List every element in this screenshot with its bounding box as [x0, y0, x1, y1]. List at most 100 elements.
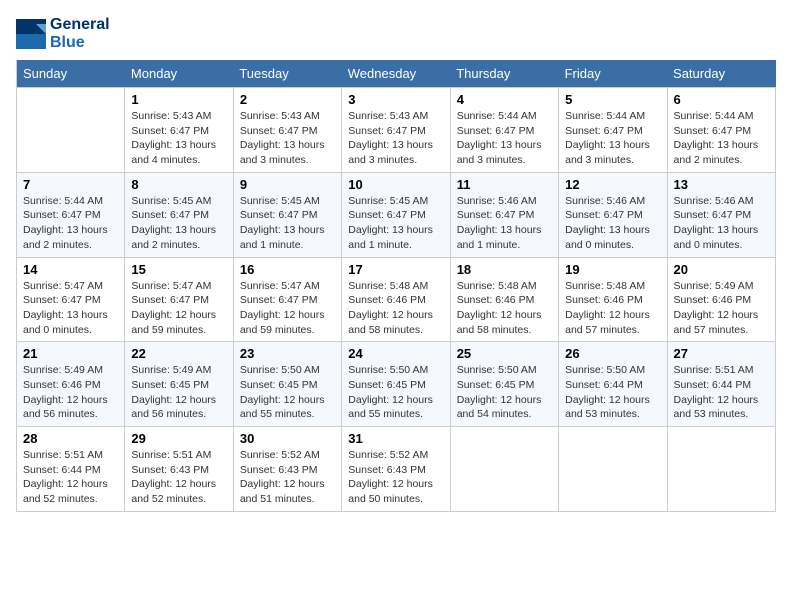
- day-cell: 20 Sunrise: 5:49 AMSunset: 6:46 PMDayligh…: [667, 257, 775, 342]
- day-cell: 28 Sunrise: 5:51 AMSunset: 6:44 PMDayligh…: [17, 427, 125, 512]
- day-cell: 6 Sunrise: 5:44 AMSunset: 6:47 PMDaylight…: [667, 88, 775, 173]
- day-cell: 29 Sunrise: 5:51 AMSunset: 6:43 PMDayligh…: [125, 427, 233, 512]
- day-cell: 9 Sunrise: 5:45 AMSunset: 6:47 PMDaylight…: [233, 172, 341, 257]
- day-cell: 25Sunrise: 5:50 AMSunset: 6:45 PMDayligh…: [450, 342, 558, 427]
- day-cell: 18Sunrise: 5:48 AMSunset: 6:46 PMDayligh…: [450, 257, 558, 342]
- day-info: Sunrise: 5:45 AMSunset: 6:47 PMDaylight:…: [348, 194, 443, 253]
- col-header-wednesday: Wednesday: [342, 60, 450, 88]
- logo-icon: [16, 19, 46, 49]
- day-cell: 12 Sunrise: 5:46 AMSunset: 6:47 PMDayligh…: [559, 172, 667, 257]
- day-cell: 5 Sunrise: 5:44 AMSunset: 6:47 PMDaylight…: [559, 88, 667, 173]
- calendar-table: SundayMondayTuesdayWednesdayThursdayFrid…: [16, 60, 776, 512]
- day-info: Sunrise: 5:45 AMSunset: 6:47 PMDaylight:…: [240, 194, 335, 253]
- day-info: Sunrise: 5:44 AMSunset: 6:47 PMDaylight:…: [565, 109, 660, 168]
- day-cell: 13 Sunrise: 5:46 AMSunset: 6:47 PMDayligh…: [667, 172, 775, 257]
- logo: General Blue: [16, 16, 110, 52]
- day-cell: 23Sunrise: 5:50 AMSunset: 6:45 PMDayligh…: [233, 342, 341, 427]
- day-cell: 7 Sunrise: 5:44 AMSunset: 6:47 PMDaylight…: [17, 172, 125, 257]
- day-number: 2: [240, 92, 335, 107]
- day-info: Sunrise: 5:48 AMSunset: 6:46 PMDaylight:…: [457, 279, 552, 338]
- day-number: 10: [348, 177, 443, 192]
- day-info: Sunrise: 5:48 AMSunset: 6:46 PMDaylight:…: [565, 279, 660, 338]
- day-cell: 3Sunrise: 5:43 AMSunset: 6:47 PMDaylight…: [342, 88, 450, 173]
- day-number: 31: [348, 431, 443, 446]
- col-header-thursday: Thursday: [450, 60, 558, 88]
- day-cell: 21 Sunrise: 5:49 AMSunset: 6:46 PMDayligh…: [17, 342, 125, 427]
- day-info: Sunrise: 5:51 AMSunset: 6:44 PMDaylight:…: [23, 448, 118, 507]
- day-cell: 15 Sunrise: 5:47 AMSunset: 6:47 PMDayligh…: [125, 257, 233, 342]
- week-row-1: 1 Sunrise: 5:43 AMSunset: 6:47 PMDaylight…: [17, 88, 776, 173]
- day-cell: 8Sunrise: 5:45 AMSunset: 6:47 PMDaylight…: [125, 172, 233, 257]
- week-row-4: 21 Sunrise: 5:49 AMSunset: 6:46 PMDayligh…: [17, 342, 776, 427]
- day-number: 16: [240, 262, 335, 277]
- day-number: 8: [131, 177, 226, 192]
- day-cell: [17, 88, 125, 173]
- day-number: 15: [131, 262, 226, 277]
- day-cell: 10 Sunrise: 5:45 AMSunset: 6:47 PMDayligh…: [342, 172, 450, 257]
- day-info: Sunrise: 5:49 AMSunset: 6:45 PMDaylight:…: [131, 363, 226, 422]
- day-number: 26: [565, 346, 660, 361]
- calendar-header-row: SundayMondayTuesdayWednesdayThursdayFrid…: [17, 60, 776, 88]
- day-number: 23: [240, 346, 335, 361]
- day-number: 28: [23, 431, 118, 446]
- day-cell: 19 Sunrise: 5:48 AMSunset: 6:46 PMDayligh…: [559, 257, 667, 342]
- day-info: Sunrise: 5:51 AMSunset: 6:44 PMDaylight:…: [674, 363, 769, 422]
- day-info: Sunrise: 5:44 AMSunset: 6:47 PMDaylight:…: [23, 194, 118, 253]
- day-info: Sunrise: 5:46 AMSunset: 6:47 PMDaylight:…: [457, 194, 552, 253]
- day-cell: 22 Sunrise: 5:49 AMSunset: 6:45 PMDayligh…: [125, 342, 233, 427]
- day-number: 20: [674, 262, 769, 277]
- col-header-friday: Friday: [559, 60, 667, 88]
- day-number: 4: [457, 92, 552, 107]
- day-number: 1: [131, 92, 226, 107]
- day-info: Sunrise: 5:48 AMSunset: 6:46 PMDaylight:…: [348, 279, 443, 338]
- day-info: Sunrise: 5:52 AMSunset: 6:43 PMDaylight:…: [348, 448, 443, 507]
- day-number: 6: [674, 92, 769, 107]
- day-cell: 17 Sunrise: 5:48 AMSunset: 6:46 PMDayligh…: [342, 257, 450, 342]
- day-cell: 1Sunrise: 5:43 AMSunset: 6:47 PMDaylight…: [125, 88, 233, 173]
- day-cell: [450, 427, 558, 512]
- day-info: Sunrise: 5:43 AMSunset: 6:47 PMDaylight:…: [348, 109, 443, 168]
- day-cell: 31 Sunrise: 5:52 AMSunset: 6:43 PMDayligh…: [342, 427, 450, 512]
- day-cell: [667, 427, 775, 512]
- day-number: 7: [23, 177, 118, 192]
- col-header-sunday: Sunday: [17, 60, 125, 88]
- day-info: Sunrise: 5:44 AMSunset: 6:47 PMDaylight:…: [674, 109, 769, 168]
- day-cell: 11 Sunrise: 5:46 AMSunset: 6:47 PMDayligh…: [450, 172, 558, 257]
- day-number: 17: [348, 262, 443, 277]
- page-header: General Blue: [16, 16, 776, 52]
- day-number: 19: [565, 262, 660, 277]
- day-info: Sunrise: 5:46 AMSunset: 6:47 PMDaylight:…: [565, 194, 660, 253]
- day-number: 24: [348, 346, 443, 361]
- day-number: 22: [131, 346, 226, 361]
- week-row-5: 28 Sunrise: 5:51 AMSunset: 6:44 PMDayligh…: [17, 427, 776, 512]
- day-number: 11: [457, 177, 552, 192]
- day-number: 25: [457, 346, 552, 361]
- day-info: Sunrise: 5:49 AMSunset: 6:46 PMDaylight:…: [674, 279, 769, 338]
- day-number: 30: [240, 431, 335, 446]
- col-header-saturday: Saturday: [667, 60, 775, 88]
- day-info: Sunrise: 5:47 AMSunset: 6:47 PMDaylight:…: [240, 279, 335, 338]
- day-number: 5: [565, 92, 660, 107]
- day-info: Sunrise: 5:47 AMSunset: 6:47 PMDaylight:…: [131, 279, 226, 338]
- day-cell: 4 Sunrise: 5:44 AMSunset: 6:47 PMDaylight…: [450, 88, 558, 173]
- day-number: 13: [674, 177, 769, 192]
- day-number: 29: [131, 431, 226, 446]
- day-info: Sunrise: 5:51 AMSunset: 6:43 PMDaylight:…: [131, 448, 226, 507]
- day-info: Sunrise: 5:46 AMSunset: 6:47 PMDaylight:…: [674, 194, 769, 253]
- day-cell: 24Sunrise: 5:50 AMSunset: 6:45 PMDayligh…: [342, 342, 450, 427]
- day-info: Sunrise: 5:52 AMSunset: 6:43 PMDaylight:…: [240, 448, 335, 507]
- day-info: Sunrise: 5:49 AMSunset: 6:46 PMDaylight:…: [23, 363, 118, 422]
- day-cell: 2 Sunrise: 5:43 AMSunset: 6:47 PMDaylight…: [233, 88, 341, 173]
- day-cell: 26 Sunrise: 5:50 AMSunset: 6:44 PMDayligh…: [559, 342, 667, 427]
- day-info: Sunrise: 5:50 AMSunset: 6:44 PMDaylight:…: [565, 363, 660, 422]
- day-number: 21: [23, 346, 118, 361]
- logo-text: General Blue: [50, 16, 110, 52]
- day-cell: 16 Sunrise: 5:47 AMSunset: 6:47 PMDayligh…: [233, 257, 341, 342]
- day-cell: 30 Sunrise: 5:52 AMSunset: 6:43 PMDayligh…: [233, 427, 341, 512]
- day-number: 12: [565, 177, 660, 192]
- day-info: Sunrise: 5:43 AMSunset: 6:47 PMDaylight:…: [240, 109, 335, 168]
- day-info: Sunrise: 5:44 AMSunset: 6:47 PMDaylight:…: [457, 109, 552, 168]
- day-number: 9: [240, 177, 335, 192]
- day-cell: 27Sunrise: 5:51 AMSunset: 6:44 PMDayligh…: [667, 342, 775, 427]
- day-info: Sunrise: 5:47 AMSunset: 6:47 PMDaylight:…: [23, 279, 118, 338]
